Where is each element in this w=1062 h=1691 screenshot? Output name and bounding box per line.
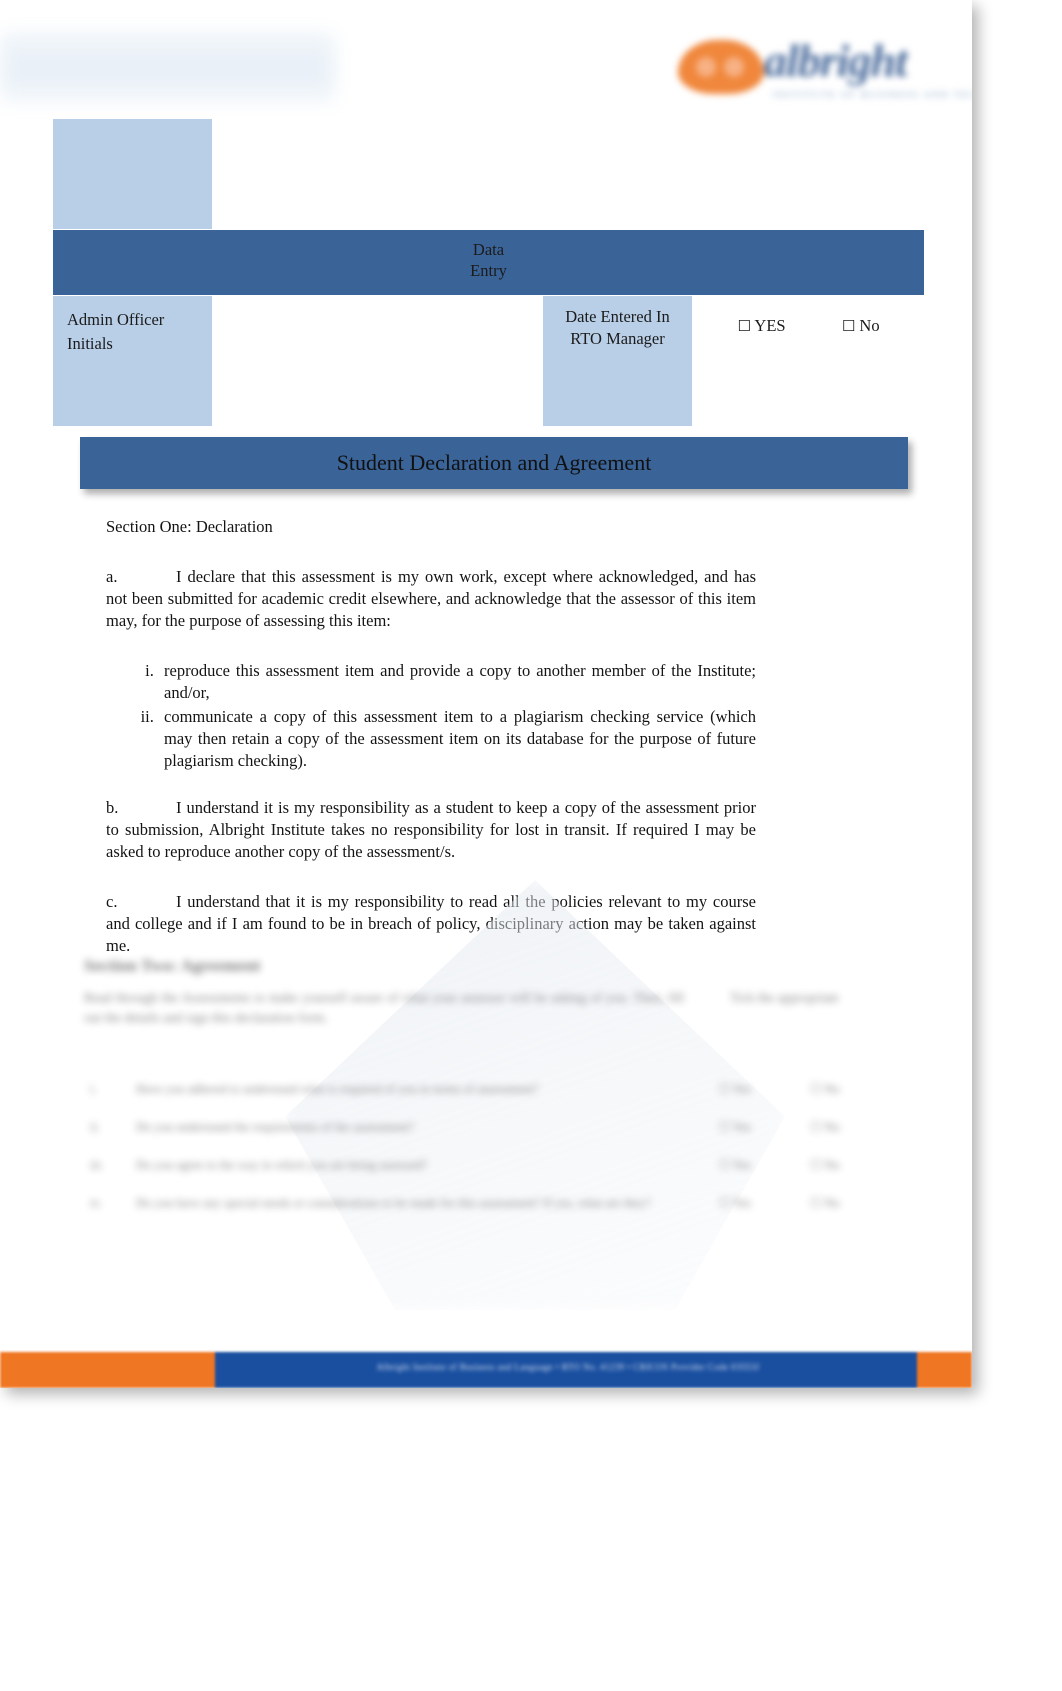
cell-top-right (211, 118, 926, 230)
question-number: i. (90, 1082, 97, 1096)
yes-label: YES (754, 316, 786, 336)
section-two-column-header: Tick the appropriate (730, 990, 839, 1005)
page-title: Student Declaration and Agreement (336, 450, 652, 475)
declaration-sub-item-i: reproduce this assessment item and provi… (158, 660, 756, 704)
table-row: iii. Do you agree to the way in which yo… (84, 1146, 870, 1184)
data-entry-banner-label: Data Entry (51, 228, 926, 297)
declaration-item-a-text: I declare that this assessment is my own… (106, 566, 756, 630)
footer-segment-orange-left (0, 1352, 215, 1388)
header-placeholder-box (0, 33, 335, 103)
declaration-item-c-label: c. (106, 892, 118, 912)
table-row-fields: Admin Officer Initials Date Entered In R… (52, 295, 926, 428)
logo-mark-icon (678, 40, 764, 94)
no-label: No (859, 316, 880, 336)
question-no-option[interactable]: ☐ No (780, 1108, 870, 1146)
table-row-top (52, 118, 926, 230)
question-yes-option[interactable]: ☐ Yes (690, 1108, 780, 1146)
table-row: i. Have you adhered to understand what i… (84, 1070, 870, 1108)
table-row-banner: Data Entry (51, 228, 926, 297)
question-number: ii. (90, 1120, 101, 1135)
section-two-blurred: Section Two: Agreement Read through the … (0, 930, 972, 1350)
section-one-heading: Section One: Declaration (106, 517, 273, 536)
admin-officer-initials-field[interactable] (212, 295, 543, 428)
agreement-questions-table: i. Have you adhered to understand what i… (84, 1070, 870, 1223)
question-no-option[interactable]: ☐ No (780, 1184, 870, 1222)
question-no-option[interactable]: ☐ No (780, 1146, 870, 1184)
question-no-option[interactable]: ☐ No (780, 1070, 870, 1108)
date-entered-yesno-group[interactable]: ☐ YES ☐ No (691, 295, 926, 428)
declaration-sub-list: reproduce this assessment item and provi… (106, 660, 756, 772)
question-text: Do you agree to the way in which you are… (136, 1158, 428, 1173)
question-yes-option[interactable]: ☐ Yes (690, 1146, 780, 1184)
question-yes-option[interactable]: ☐ Yes (690, 1184, 780, 1222)
section-two-intro: Read through the Assessments to make you… (84, 990, 684, 1026)
question-number: iv. (90, 1196, 103, 1211)
declaration-item-a-label: a. (106, 566, 118, 586)
table-row: iv. Do you have any special needs or con… (84, 1184, 870, 1222)
section-one-body: Section One: Declaration a. I declare tha… (106, 516, 756, 985)
no-checkbox[interactable]: ☐ (842, 317, 855, 335)
footer-segment-orange-right (917, 1352, 972, 1388)
page-title-banner: Student Declaration and Agreement (80, 437, 908, 489)
table-row: ii. Do you understand the requirements o… (84, 1108, 870, 1146)
question-number: iii. (90, 1158, 104, 1173)
question-yes-option[interactable]: ☐ Yes (690, 1070, 780, 1108)
question-text: Do you understand the requirements of th… (136, 1120, 415, 1135)
logo-wordmark: albright (764, 35, 908, 86)
date-entered-rto-manager-label: Date Entered In RTO Manager (542, 295, 693, 428)
admin-officer-initials-label: Admin Officer Initials (52, 295, 213, 428)
data-entry-table: Data Entry Admin Officer Initials Date E… (51, 118, 926, 428)
declaration-item-b: b. I understand it is my responsibility a… (106, 797, 756, 863)
yes-checkbox[interactable]: ☐ (737, 317, 750, 335)
logo-tagline: INSTITUTE OF BUSINESS AND TECHNOLOGY (772, 90, 972, 101)
albright-logo: albright INSTITUTE OF BUSINESS AND TECHN… (672, 28, 972, 112)
declaration-sub-item-ii: communicate a copy of this assessment it… (158, 706, 756, 772)
section-two-heading: Section Two: Agreement (84, 956, 261, 975)
declaration-item-b-text: I understand it is my responsibility as … (106, 798, 756, 862)
declaration-item-a: a. I declare that this assessment is my o… (106, 566, 756, 632)
cell-top-left (52, 118, 213, 230)
declaration-item-b-label: b. (106, 798, 119, 818)
question-text: Have you adhered to understand what is r… (136, 1082, 539, 1096)
footer-text: Albright Institute of Business and Langu… (376, 1362, 760, 1372)
document-page: albright INSTITUTE OF BUSINESS AND TECHN… (0, 0, 972, 1388)
question-text: Do you have any special needs or conside… (136, 1196, 651, 1211)
